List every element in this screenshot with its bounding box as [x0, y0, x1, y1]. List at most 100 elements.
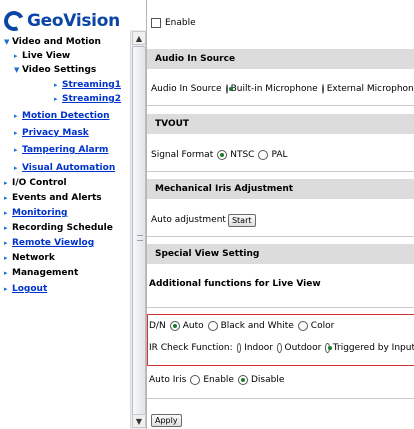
dn-label: D/N [149, 321, 166, 331]
scrollbar-thumb[interactable] [132, 46, 146, 424]
logo-text: GeoVision [27, 11, 120, 31]
divider [147, 236, 414, 237]
radio-auto-iris-disable[interactable] [237, 375, 248, 385]
nav-item-privacy-mask[interactable]: ▸ Privacy Mask [14, 128, 89, 138]
section-tvout: TVOUT [147, 114, 414, 134]
main-panel: Enable Audio In Source Audio In Source B… [146, 0, 414, 429]
radio-ntsc[interactable] [217, 150, 228, 160]
nav-item-recording-schedule[interactable]: ▸ Recording Schedule [4, 223, 113, 233]
radio-ir-outdoor[interactable] [276, 343, 282, 353]
chevron-right-icon: ▸ [4, 239, 8, 247]
section-title: Special View Setting [155, 249, 260, 259]
radio-dn-black-and-white[interactable] [207, 321, 218, 331]
nav-item-streaming1[interactable]: ▸ Streaming1 [54, 80, 121, 90]
ir-check-label: IR Check Function: [149, 343, 233, 353]
ir-indoor-label: Indoor [244, 343, 273, 353]
nav-item-monitoring[interactable]: ▸ Monitoring [4, 208, 68, 218]
divider [147, 398, 414, 399]
pal-label: PAL [271, 150, 288, 160]
chevron-right-icon: ▸ [4, 269, 8, 277]
auto-iris-disable-label: Disable [250, 375, 285, 385]
auto-iris-row: Auto Iris Enable Disable [147, 372, 414, 388]
chevron-right-icon: ▸ [14, 112, 18, 120]
dn-bw-label: Black and White [220, 321, 294, 331]
radio-ir-triggered-by-input[interactable] [325, 343, 332, 353]
nav-item-network[interactable]: ▸ Network [4, 253, 55, 263]
logo-c-icon [1, 8, 27, 34]
apply-button[interactable]: Apply [151, 413, 182, 427]
section-audio-in-source: Audio In Source [147, 49, 414, 69]
nav-item-events-and-alerts[interactable]: ▸ Events and Alerts [4, 193, 102, 203]
section-title: Mechanical Iris Adjustment [155, 184, 294, 194]
builtin-microphone-label: Built-in Microphone [230, 84, 318, 94]
enable-checkbox[interactable] [151, 18, 161, 28]
special-subtitle: Additional functions for Live View [147, 277, 414, 291]
radio-pal[interactable] [258, 150, 269, 160]
nav-item-motion-detection[interactable]: ▸ Motion Detection [14, 111, 110, 121]
divider [147, 105, 414, 106]
nav-item-visual-automation[interactable]: ▸ Visual Automation [14, 163, 115, 173]
scroll-down-icon[interactable]: ▼ [132, 414, 146, 428]
section-title: Audio In Source [155, 54, 236, 64]
scroll-up-icon[interactable]: ▲ [132, 31, 146, 45]
special-subtitle-text: Additional functions for Live View [149, 279, 321, 289]
geovision-logo: GeoVision [1, 8, 120, 34]
ir-outdoor-label: Outdoor [284, 343, 322, 353]
dn-auto-label: Auto [182, 321, 204, 331]
signal-format-label: Signal Format [151, 150, 214, 160]
enable-row: Enable [147, 16, 414, 30]
audio-row: Audio In Source Built-in Microphone Exte… [147, 81, 414, 97]
section-title: TVOUT [155, 119, 190, 129]
sidebar-scrollbar[interactable]: ▲ ▼ [130, 30, 146, 429]
sidebar: GeoVision ▼ Video and Motion ▸ Live View… [0, 0, 130, 429]
nav-item-streaming2[interactable]: ▸ Streaming2 [54, 94, 121, 104]
nav-item-io-control[interactable]: ▸ I/O Control [4, 178, 67, 188]
nav-item-management[interactable]: ▸ Management [4, 268, 78, 278]
chevron-right-icon: ▸ [14, 52, 18, 60]
chevron-right-icon: ▸ [4, 209, 8, 217]
divider [147, 171, 414, 172]
ir-check-row: IR Check Function: Indoor Outdoor Trigge… [147, 340, 414, 356]
auto-adjustment-row: Auto adjustment Start [147, 212, 414, 228]
chevron-right-icon: ▸ [4, 224, 8, 232]
chevron-right-icon: ▸ [14, 146, 18, 154]
chevron-right-icon: ▸ [14, 129, 18, 137]
external-microphone-label: External Microphone [326, 84, 414, 94]
nav-item-video-settings[interactable]: ▼ Video Settings [14, 65, 96, 75]
enable-label: Enable [165, 18, 196, 28]
chevron-down-icon: ▼ [4, 38, 10, 46]
ntsc-label: NTSC [230, 150, 255, 160]
radio-builtin-microphone[interactable] [225, 84, 233, 94]
radio-auto-iris-enable[interactable] [190, 375, 201, 385]
signal-format-row: Signal Format NTSC PAL [147, 147, 414, 163]
nav-item-tampering-alarm[interactable]: ▸ Tampering Alarm [14, 145, 108, 155]
auto-adjustment-label: Auto adjustment [151, 215, 226, 225]
radio-dn-color[interactable] [297, 321, 308, 331]
section-special-view: Special View Setting [147, 244, 414, 264]
nav-item-video-and-motion[interactable]: ▼ Video and Motion [4, 37, 101, 47]
audio-label: Audio In Source [151, 84, 222, 94]
chevron-right-icon: ▸ [4, 194, 8, 202]
radio-ir-indoor[interactable] [236, 343, 242, 353]
auto-iris-enable-label: Enable [203, 375, 234, 385]
nav-item-logout[interactable]: ▸ Logout [4, 284, 47, 294]
radio-external-microphone[interactable] [321, 84, 324, 94]
radio-dn-auto[interactable] [169, 321, 180, 331]
apply-row: Apply [147, 413, 414, 427]
grip-icon [137, 235, 143, 241]
nav-item-live-view[interactable]: ▸ Live View [14, 51, 70, 61]
chevron-right-icon: ▸ [4, 254, 8, 262]
auto-iris-label: Auto Iris [149, 375, 187, 385]
chevron-right-icon: ▸ [54, 81, 58, 89]
chevron-right-icon: ▸ [54, 95, 58, 103]
divider [147, 307, 414, 308]
section-mechanical-iris: Mechanical Iris Adjustment [147, 179, 414, 199]
chevron-right-icon: ▸ [4, 179, 8, 187]
dn-row: D/N Auto Black and White Color [147, 318, 414, 334]
ir-triggered-label: Triggered by Input [332, 343, 414, 353]
dn-color-label: Color [310, 321, 335, 331]
chevron-down-icon: ▼ [14, 66, 20, 74]
start-button[interactable]: Start [227, 213, 256, 227]
chevron-right-icon: ▸ [4, 285, 8, 293]
nav-item-remote-viewlog[interactable]: ▸ Remote Viewlog [4, 238, 94, 248]
